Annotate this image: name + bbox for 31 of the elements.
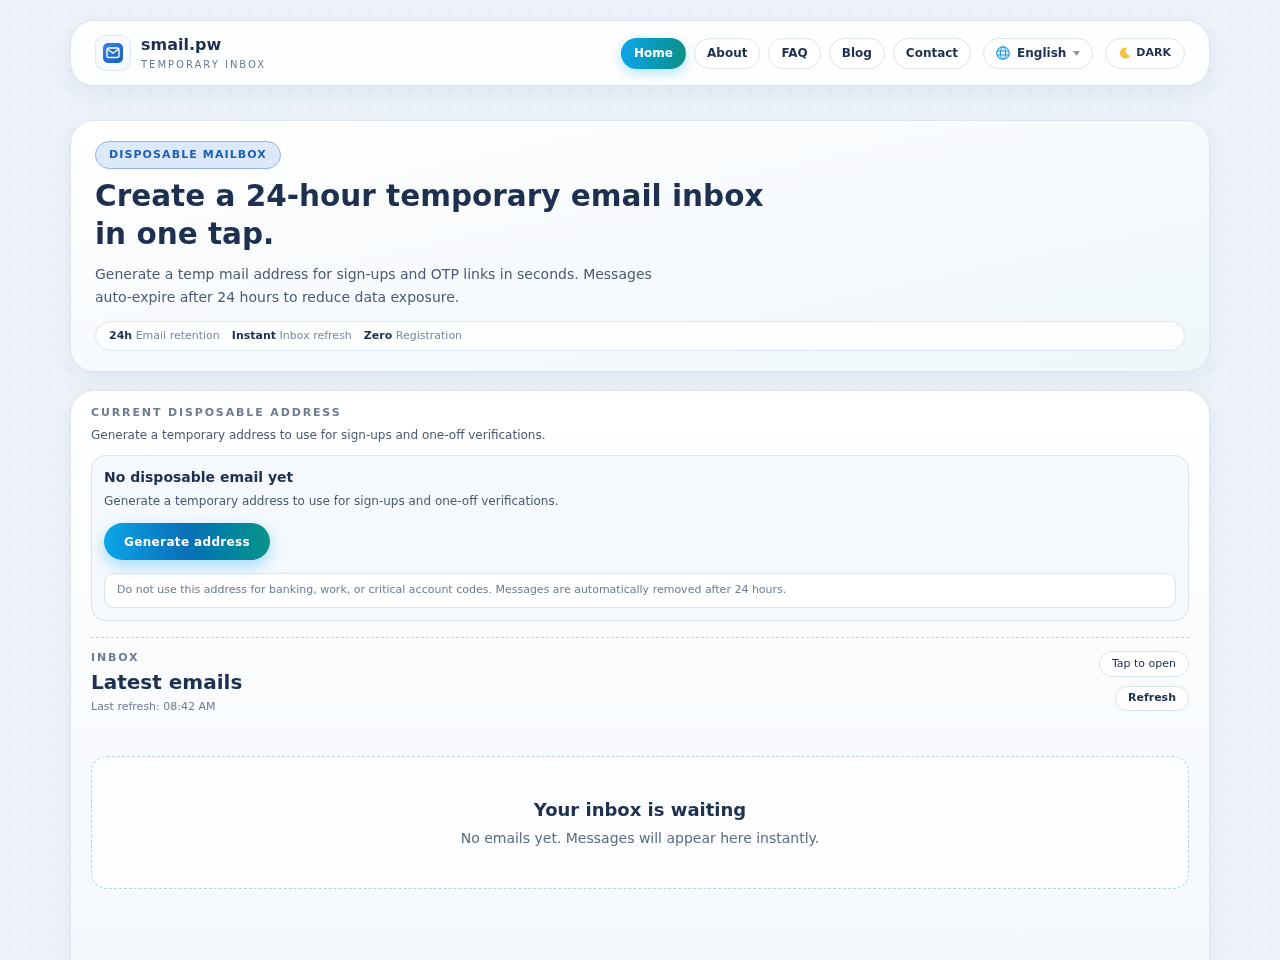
envelope-logo-icon <box>95 35 131 71</box>
brand-tagline: TEMPORARY INBOX <box>141 57 267 72</box>
stat-item: Instant Inbox refresh <box>231 327 352 344</box>
nav-tab[interactable]: Blog <box>828 37 885 69</box>
hero-heading: Create a 24-hour temporary email inbox in one tap. <box>95 178 765 253</box>
category-badge: DISPOSABLE MAILBOX <box>95 141 281 169</box>
empty-address-title: No disposable email yet <box>104 468 295 487</box>
nav-tab[interactable]: Contact <box>892 37 972 69</box>
section-label: INBOX <box>91 650 141 666</box>
dark-mode-toggle[interactable]: DARK <box>1105 37 1185 69</box>
language-dropdown[interactable]: English <box>983 37 1094 69</box>
empty-inbox-title: Your inbox is waiting <box>533 797 747 822</box>
nav-tab[interactable]: FAQ <box>768 37 821 69</box>
section-description: Generate a temporary address to use for sign-ups and one-off verifications. <box>91 427 547 444</box>
caret-icon <box>1073 50 1081 56</box>
stat-item: 24h Email retention <box>109 327 220 344</box>
tap-hint: Tap to open <box>1098 651 1189 677</box>
refresh-button[interactable]: Refresh <box>1115 686 1189 711</box>
last-refresh-time: Last refresh: 08:42 AM <box>91 699 217 715</box>
generate-address-button[interactable]: Generate address <box>104 523 271 560</box>
empty-address-description: Generate a temporary address to use for sign-ups and one-off verifications. <box>104 493 560 510</box>
empty-inbox-description: No emails yet. Messages will appear here instantly. <box>460 828 820 848</box>
inbox-title: Latest emails <box>91 669 243 696</box>
brand-name: smail.pw <box>141 34 223 55</box>
warning-note: Do not use this address for banking, work, or critical account codes. Messages are automatically removed after 24 hours. <box>104 573 1176 608</box>
stat-item: Zero Registration <box>363 327 463 344</box>
hero-description: Generate a temp mail address for sign-ups and OTP links in seconds. Messages auto-expire after 24 hours to reduce data exposure. <box>95 265 653 307</box>
moon-icon <box>1119 47 1132 59</box>
section-label: CURRENT DISPOSABLE ADDRESS <box>91 405 343 421</box>
nav-tab[interactable]: About <box>694 37 761 69</box>
globe-icon <box>996 46 1011 60</box>
